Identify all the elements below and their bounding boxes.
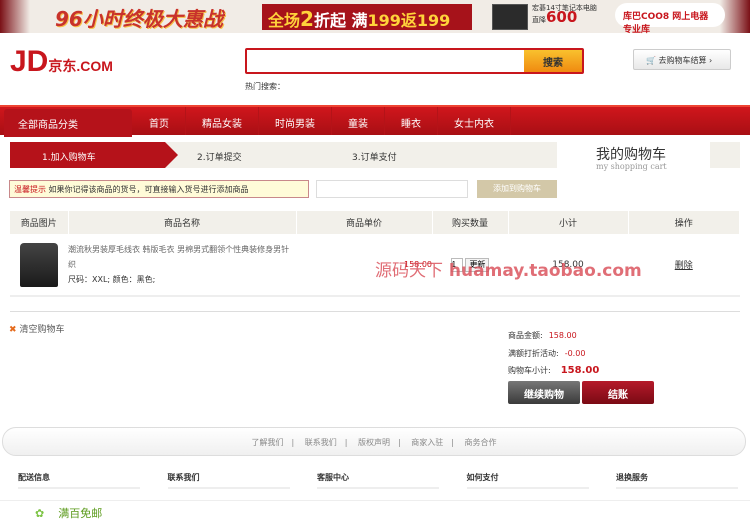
cart-table: 商品图片 商品名称 商品单价 购买数量 小计 操作 潮流秋男装厚毛线衣 韩版毛衣… <box>10 211 740 297</box>
close-icon: ✖ <box>9 325 17 335</box>
checkout-steps: 1.加入购物车 2.订单提交 3.订单支付 <box>10 142 557 168</box>
decor-block <box>710 142 740 168</box>
cart-icon: 🛒 <box>646 56 659 65</box>
promo-banner[interactable]: 96小时终极大惠战 全场2折起 满199返199 宏碁14寸笔记本电脑 直降600… <box>0 0 750 35</box>
search-bar: 搜索 <box>245 48 584 74</box>
delete-link[interactable]: 删除 <box>675 261 693 271</box>
nav-item-women[interactable]: 精品女装 <box>186 107 259 135</box>
col-subtotal: 小计 <box>508 211 629 234</box>
footer-links: 了解我们 | 联系我们 | 版权声明 | 商家入驻 | 商务合作 <box>2 427 746 456</box>
offer-amount: 199返199 <box>367 11 451 30</box>
search-button[interactable]: 搜索 <box>524 50 582 72</box>
go-to-cart-button[interactable]: 🛒 去购物车结算 › <box>633 49 731 70</box>
tip-label: 温馨提示 <box>14 185 46 194</box>
footer-col-service: 客服中心 <box>317 472 439 489</box>
footer-col-payment: 如何支付 <box>466 472 589 489</box>
col-name: 商品名称 <box>68 211 297 234</box>
nav-item-home[interactable]: 首页 <box>133 107 186 135</box>
footer-link-merchant[interactable]: 商家入驻 <box>411 438 443 447</box>
step-add-to-cart: 1.加入购物车 <box>10 142 178 168</box>
cart-summary: 商品金额: 158.00 满额打折活动: -0.00 购物车小计: 158.00 <box>508 327 599 380</box>
goods-amount-label: 商品金额: <box>508 331 543 340</box>
cart-title: 我的购物车 <box>596 147 666 163</box>
search-input[interactable] <box>247 50 522 72</box>
footer-link-copyright[interactable]: 版权声明 <box>358 438 390 447</box>
logo-com: .COM <box>76 58 113 74</box>
promo-title: 96小时终极大惠战 <box>55 7 223 31</box>
col-price: 商品单价 <box>296 211 433 234</box>
clear-cart-link[interactable]: ✖ 清空购物车 <box>9 322 65 335</box>
free-shipping: ✿ 满百免邮 <box>35 505 102 521</box>
nav-item-men[interactable]: 时尚男装 <box>259 107 332 135</box>
product-image[interactable] <box>20 242 58 287</box>
discount-value: -0.00 <box>564 348 586 358</box>
promo-offer: 全场2折起 满199返199 <box>262 4 472 31</box>
main-nav: 全部商品分类 首页 精品女装 时尚男装 童装 睡衣 女士内衣 <box>0 105 750 137</box>
product-attrs: 尺码：XXL; 颜色：黑色; <box>68 275 156 284</box>
footer-columns: 配送信息 联系我们 客服中心 如何支付 退换服务 <box>18 472 738 489</box>
step-pay-order: 3.订单支付 <box>352 153 397 163</box>
logo-cn: 京东 <box>48 58 77 74</box>
table-header: 商品图片 商品名称 商品单价 购买数量 小计 操作 <box>10 211 740 234</box>
step-submit-order: 2.订单提交 <box>197 153 242 163</box>
footer-link-business[interactable]: 商务合作 <box>465 438 497 447</box>
goods-amount-value: 158.00 <box>548 331 577 340</box>
col-action: 操作 <box>628 211 740 234</box>
footer-link-about[interactable]: 了解我们 <box>252 438 284 447</box>
discount-label: 满额打折活动: <box>508 348 559 358</box>
continue-shopping-button[interactable]: 继续购物 <box>508 381 580 404</box>
laptop-promo: 宏碁14寸笔记本电脑 直降600 <box>532 4 597 25</box>
hot-search-label: 热门搜索： <box>245 82 285 91</box>
nav-item-sleepwear[interactable]: 睡衣 <box>385 107 438 135</box>
all-categories-button[interactable]: 全部商品分类 <box>4 109 132 137</box>
offer-mid: 折起 满 <box>313 11 368 30</box>
footer-col-contact: 联系我们 <box>167 472 290 489</box>
logo-text: JD <box>10 45 49 78</box>
product-name[interactable]: 潮流秋男装厚毛线衣 韩版毛衣 男棉男式翻领个性典装修身男针织 <box>68 242 296 272</box>
laptop-drop-value: 600 <box>546 8 578 26</box>
cart-total-value: 158.00 <box>560 365 600 376</box>
clear-cart-label: 清空购物车 <box>19 325 65 335</box>
jd-logo[interactable]: JD京东.COM <box>10 45 113 79</box>
watermark-url: huamay.taobao.com <box>448 261 642 281</box>
nav-item-kids[interactable]: 童装 <box>332 107 385 135</box>
footer-divider <box>0 500 750 501</box>
cart-subtitle: my shopping cart <box>596 162 667 171</box>
watermark: 源码天下 huamay.taobao.com <box>375 256 642 281</box>
footer-col-delivery: 配送信息 <box>18 472 140 489</box>
divider <box>10 311 740 312</box>
offer-num: 2 <box>300 7 314 31</box>
tip-text: 如果你记得该商品的货号，可直接输入货号进行添加商品 <box>48 185 249 194</box>
laptop-drop-label: 直降 <box>532 16 546 24</box>
checkout-button[interactable]: 结账 <box>582 381 654 404</box>
tip-box: 温馨提示 如果你记得该商品的货号，可直接输入货号进行添加商品 <box>9 180 309 198</box>
page-title: 我的购物车 my shopping cart <box>596 144 667 171</box>
cart-button-label: 去购物车结算 <box>658 56 707 65</box>
footer-col-returns: 退换服务 <box>616 472 738 489</box>
watermark-cn: 源码天下 <box>375 261 443 281</box>
product-code-input[interactable] <box>316 180 468 198</box>
nav-item-lingerie[interactable]: 女士内衣 <box>438 107 511 135</box>
cart-total-label: 购物车小计: <box>508 366 551 375</box>
col-image: 商品图片 <box>10 211 69 234</box>
col-qty: 购买数量 <box>432 211 509 234</box>
partner-logo: 库巴COO8 网上电器专业库 <box>615 3 725 35</box>
add-to-cart-button[interactable]: 添加到购物车 <box>477 180 557 198</box>
offer-prefix: 全场 <box>268 11 301 30</box>
footer-link-contact[interactable]: 联系我们 <box>305 438 337 447</box>
laptop-image <box>492 4 528 30</box>
